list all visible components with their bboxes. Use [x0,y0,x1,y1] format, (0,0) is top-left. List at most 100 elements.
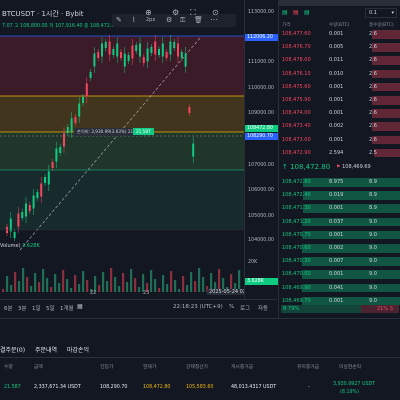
zone-upper [0,36,244,96]
volume-bar [50,287,53,292]
candle-body [97,52,100,58]
bid-row[interactable]: 108,470.70 0.001 9.0 [279,230,400,240]
candle-body [116,43,119,57]
candle-body [112,49,115,55]
qty-cell: 0.010 [329,70,344,77]
tab-closed-pnl[interactable]: 마감손익 [67,345,89,354]
candle-body [101,43,103,57]
ask-row[interactable]: 108,474.00 0.001 2.6 [279,109,400,118]
auto-toggle[interactable]: 자동 [258,304,268,312]
volume-bar [110,268,113,292]
volume-bar [194,281,197,292]
bid-row[interactable]: 108,472.80 8.975 8.9 [279,178,400,187]
qty-cell: 0.005 [329,44,344,51]
cell-entry: 108,290.70 [100,385,128,390]
qty-cell: 0.007 [329,258,344,265]
current-price-tag: 108472.80 [245,125,278,132]
range-1m[interactable]: 1개월 [60,304,74,312]
range-1d[interactable]: 1일 [32,304,41,312]
chart-symbol[interactable]: BTCUSDT · 1시간 · Bybit [2,9,84,19]
range-6m[interactable]: 6분 [4,304,13,312]
volume-bar [34,273,37,292]
bid-row[interactable]: 108,470.30 0.007 9.0 [279,257,400,266]
tick: 111000.00 [248,60,274,65]
price-cell: 108,475.90 [282,97,311,103]
settings-icon[interactable]: ⚙ [172,8,179,17]
bid-row[interactable]: 108,471.20 0.037 9.0 [279,217,400,227]
ask-row[interactable]: 108,475.90 0.001 2.6 [279,96,400,105]
qty-cell: 0.041 [329,284,344,291]
total-cell: 9.0 [369,245,377,251]
volume-bar [62,270,65,292]
x-label-22: 22 [90,290,97,296]
total-cell: 2.6 [369,44,377,51]
range-5d[interactable]: 5일 [46,304,55,312]
book-asks-icon[interactable]: ▤ [293,9,299,16]
volume-bar [74,275,77,292]
ask-row[interactable]: 108,473.40 0.002 2.6 [279,122,400,131]
volume-bar [166,284,169,292]
volume-bar [174,280,177,292]
tick: 110000.00 [248,86,274,91]
ohlc-readout: 7.07 고 108,800.00 저 107,916.40 종 108,472… [2,24,118,29]
volume-bar [138,287,141,292]
camera-icon[interactable]: ⊙ [212,8,219,17]
add-icon[interactable]: ⊕ [145,8,152,17]
volume-bar [134,278,137,292]
ask-row[interactable]: 108,477.60 0.001 2.6 [279,30,400,39]
fullscreen-icon[interactable]: ⛶ [190,8,196,18]
candle-body [184,53,187,67]
ask-row[interactable]: 108,478.00 0.011 2.6 [279,56,400,65]
candle-body [123,53,126,67]
ask-row[interactable]: 108,476.70 0.005 2.6 [279,43,400,52]
range-3m[interactable]: 3분 [18,304,27,312]
price-chart[interactable]: BTCUSDT · 1시간 · Bybit 7.07 고 108,800.00 … [0,0,277,300]
book-bids-icon[interactable]: ▤ [304,9,310,16]
candle-body [55,148,58,162]
candle-body [25,203,27,217]
bid-row[interactable]: 108,471.30 0.001 8.9 [279,204,400,213]
depth-bar [302,257,400,266]
volume-bar [78,284,81,292]
candle-body [17,213,20,227]
price-axis[interactable]: 113000.00 112006.20 111000.00 110000.00 … [244,0,278,300]
tick: 107000.00 [248,163,274,168]
candle-body [180,52,183,58]
percent-toggle[interactable]: % [229,304,234,310]
line-width[interactable]: 2px [146,17,155,23]
ask-row[interactable]: 108,473.00 0.001 2.6 [279,135,400,145]
bid-row[interactable]: 108,470.00 0.001 9.0 [279,270,400,279]
line-style-icon[interactable]: ⌇ [132,16,135,24]
ask-row[interactable]: 108,475.60 0.001 2.6 [279,82,400,92]
price-cell: 108,475.60 [282,83,311,90]
volume-bar [170,271,173,292]
volume-bar [30,286,33,292]
positions-panel: 결주문(0) 주문내역 마감손익 수량 금액 진입가 현재가 강제청산가 개시증… [0,318,400,400]
log-toggle[interactable]: 로그 [240,304,250,312]
header-liq: 강제청산가 [186,365,209,370]
tab-order-history[interactable]: 주문내역 [35,345,57,354]
brush-icon[interactable]: ✎ [116,16,122,24]
time-info: 22:18:23 (UTC+9) [173,304,223,310]
volume-bar [70,288,73,292]
candle-body [63,133,65,147]
tab-open-orders[interactable]: 결주문(0) [0,345,25,354]
last-price: ↑ 108,472.80 [282,163,331,171]
bid-row[interactable]: 108,470.60 0.002 9.0 [279,244,400,253]
ask-row[interactable]: 108,472.90 2.594 2.5 [279,148,400,158]
candle-body [89,72,92,78]
buy-ratio: B 79% [283,306,300,312]
volume-bar [122,273,125,292]
lock-icon[interactable]: ⚿ [180,16,185,25]
price-cell: 108,470.70 [282,231,311,238]
settings-icon[interactable]: ⚙ [166,16,172,24]
calendar-icon[interactable]: ▦ [77,303,83,310]
ask-row[interactable]: 108,476.10 0.010 2.6 [279,69,400,79]
bid-row[interactable]: 108,469.90 0.041 9.0 [279,283,400,293]
bid-row[interactable]: 108,472.40 0.019 8.9 [279,191,400,200]
precision-select[interactable]: 0.1 ▾ [365,8,397,18]
qty-cell: 0.001 [329,271,344,278]
header-amount: 금액 [34,365,43,370]
book-both-icon[interactable]: ▤ [282,9,288,16]
candle-body [127,55,130,61]
